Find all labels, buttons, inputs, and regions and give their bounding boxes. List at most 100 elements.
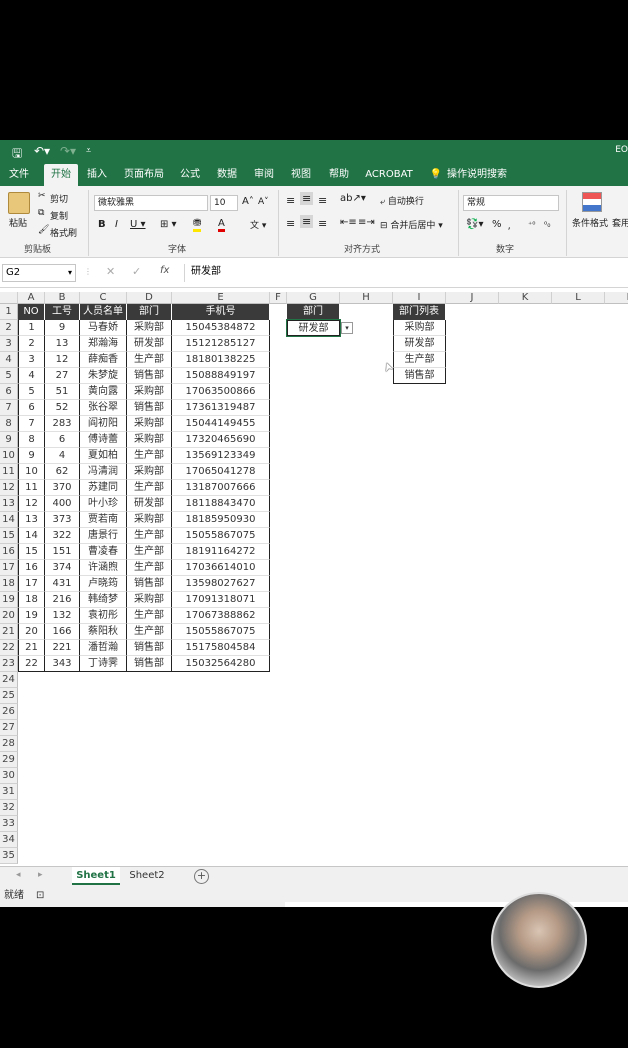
table-cell[interactable]: 生产部 [127,608,172,624]
table-cell[interactable]: 10 [18,464,45,480]
table-cell[interactable]: 许涵煦 [80,560,127,576]
row-header[interactable]: 11 [0,464,18,480]
table-cell[interactable]: 374 [45,560,80,576]
row-header[interactable]: 10 [0,448,18,464]
table-cell[interactable]: 15055867075 [172,528,270,544]
orientation-icon[interactable]: ab↗▾ [340,193,366,204]
increase-decimal-icon[interactable]: ⁺⁰ [528,220,535,229]
table-cell[interactable]: 生产部 [127,560,172,576]
row-header[interactable]: 1 [0,304,18,320]
table-cell[interactable]: 132 [45,608,80,624]
table-cell[interactable]: 6 [18,400,45,416]
table-cell[interactable]: 322 [45,528,80,544]
table-cell[interactable]: 11 [18,480,45,496]
table-cell[interactable]: 袁初彤 [80,608,127,624]
table-cell[interactable]: 苏建同 [80,480,127,496]
table-cell[interactable]: 13598027627 [172,576,270,592]
format-painter-icon[interactable]: 🖌 [38,225,49,235]
table-cell[interactable]: 21 [18,640,45,656]
row-header[interactable]: 31 [0,784,18,800]
table-cell[interactable]: 生产部 [127,480,172,496]
dept-list-item[interactable]: 研发部 [393,336,446,352]
next-sheet-icon[interactable]: ▸ [38,870,43,880]
table-cell[interactable]: 2 [18,336,45,352]
copy-button[interactable]: 复制 [50,209,68,222]
table-cell[interactable]: 13 [45,336,80,352]
align-bottom-icon[interactable]: ≡ [318,194,327,207]
macro-record-icon[interactable]: ⊡ [36,888,44,904]
row-header[interactable]: 19 [0,592,18,608]
spreadsheet-grid[interactable]: ABCDEFGHIJKLM123456789101112131415161718… [0,292,628,866]
column-header[interactable]: M [605,292,628,304]
row-header[interactable]: 12 [0,480,18,496]
row-header[interactable]: 5 [0,368,18,384]
column-header[interactable]: J [446,292,499,304]
table-cell[interactable]: 15175804584 [172,640,270,656]
table-cell[interactable]: 15032564280 [172,656,270,672]
row-header[interactable]: 29 [0,752,18,768]
prev-sheet-icon[interactable]: ◂ [16,870,21,880]
table-cell[interactable]: 生产部 [127,624,172,640]
table-cell[interactable]: 9 [18,448,45,464]
row-header[interactable]: 32 [0,800,18,816]
table-header-cell[interactable]: NO [18,304,45,320]
table-cell[interactable]: 采购部 [127,384,172,400]
italic-icon[interactable]: I [115,219,118,230]
column-header[interactable]: K [499,292,552,304]
row-header[interactable]: 2 [0,320,18,336]
grow-font-icon[interactable]: A˄ [242,196,254,207]
decrease-decimal-icon[interactable]: ⁰₀ [544,220,550,229]
table-cell[interactable]: 27 [45,368,80,384]
wrap-text-button[interactable]: ⤶ 自动换行 [380,194,424,207]
column-header[interactable]: C [80,292,127,304]
table-cell[interactable]: 283 [45,416,80,432]
enter-icon[interactable]: ✓ [132,265,141,278]
formula-input[interactable]: 研发部 [184,264,628,282]
dept-filter-cell[interactable]: 研发部 [286,319,341,337]
drag-handle-icon[interactable]: ⋮ [84,267,92,276]
table-cell[interactable]: 生产部 [127,544,172,560]
undo-icon[interactable]: ↶▾ [34,144,50,158]
table-cell[interactable]: 15 [18,544,45,560]
table-cell[interactable]: 采购部 [127,320,172,336]
table-cell[interactable]: 17091318071 [172,592,270,608]
table-cell[interactable]: 蔡阳秋 [80,624,127,640]
column-header[interactable]: E [172,292,270,304]
row-header[interactable]: 3 [0,336,18,352]
row-header[interactable]: 23 [0,656,18,672]
percent-icon[interactable]: % [492,219,502,230]
table-cell[interactable]: 15055867075 [172,624,270,640]
row-header[interactable]: 7 [0,400,18,416]
row-header[interactable]: 20 [0,608,18,624]
table-cell[interactable]: 216 [45,592,80,608]
table-cell[interactable]: 12 [45,352,80,368]
table-header-cell[interactable]: 人员名单 [80,304,127,320]
decrease-indent-icon[interactable]: ⇤≡ [340,217,357,228]
column-header[interactable]: L [552,292,605,304]
table-cell[interactable]: 采购部 [127,416,172,432]
tab-acrobat[interactable]: ACROBAT [362,164,416,186]
table-cell[interactable]: 373 [45,512,80,528]
conditional-format-icon[interactable] [582,192,602,212]
tab-home[interactable]: 开始 [44,164,78,186]
table-cell[interactable]: 8 [18,432,45,448]
table-cell[interactable]: 韩绮梦 [80,592,127,608]
row-header[interactable]: 13 [0,496,18,512]
tab-page-layout[interactable]: 页面布局 [120,164,168,186]
table-cell[interactable]: 400 [45,496,80,512]
shrink-font-icon[interactable]: A˅ [258,197,269,207]
row-header[interactable]: 28 [0,736,18,752]
column-header[interactable]: D [127,292,172,304]
table-cell[interactable]: 1 [18,320,45,336]
table-cell[interactable]: 采购部 [127,512,172,528]
table-cell[interactable]: 17 [18,576,45,592]
row-header[interactable]: 24 [0,672,18,688]
column-header[interactable]: G [287,292,340,304]
table-cell[interactable]: 采购部 [127,464,172,480]
row-header[interactable]: 4 [0,352,18,368]
row-header[interactable]: 15 [0,528,18,544]
dept-filter-header[interactable]: 部门 [287,304,340,320]
customize-qat-icon[interactable]: ⩡ [86,146,91,156]
dept-list-header[interactable]: 部门列表 [393,304,446,320]
select-all-corner[interactable] [0,292,18,304]
